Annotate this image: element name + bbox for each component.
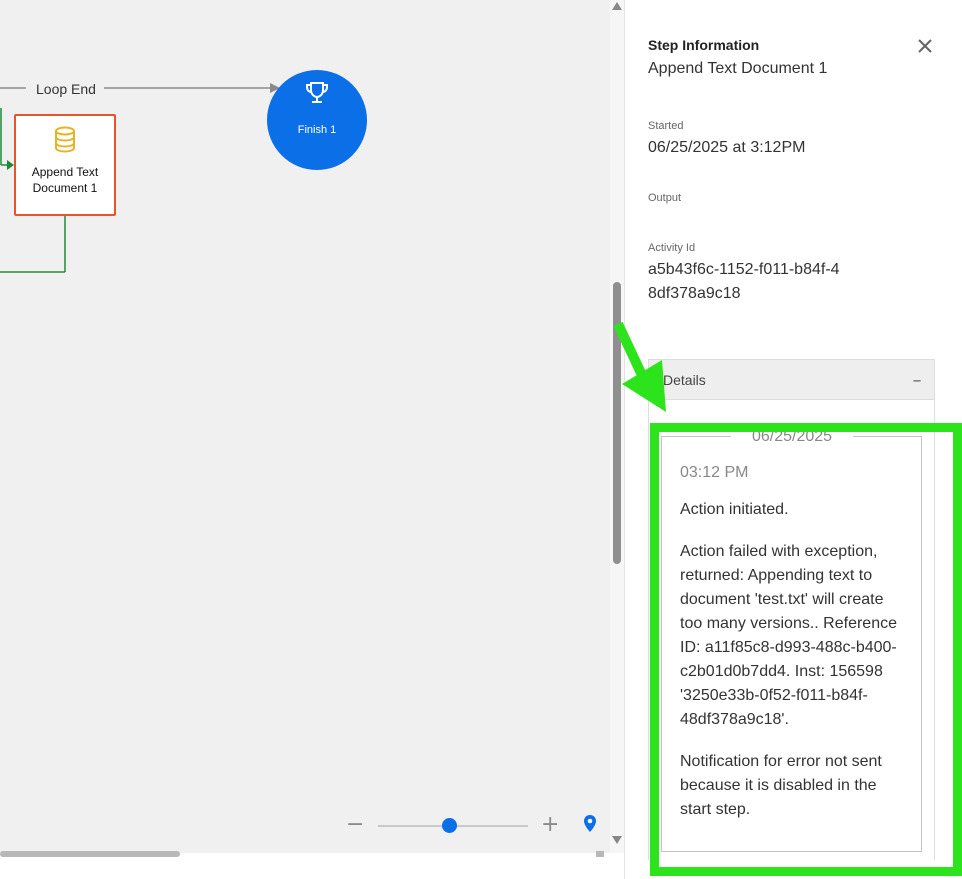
activity-id-label: Activity Id xyxy=(648,242,696,254)
horizontal-scrollbar-thumb[interactable] xyxy=(0,851,180,857)
close-icon[interactable] xyxy=(916,37,934,55)
minus-icon[interactable]: – xyxy=(910,371,924,391)
details-title: Details xyxy=(663,372,706,388)
zoom-out-button[interactable]: − xyxy=(346,814,364,836)
started-value: 06/25/2025 at 3:12PM xyxy=(648,139,806,156)
zoom-slider-thumb[interactable] xyxy=(442,818,457,833)
started-label: Started xyxy=(648,120,684,132)
log-message: Notification for error not sent because … xyxy=(680,753,882,818)
map-pin-icon[interactable] xyxy=(582,814,598,834)
log-message: Action failed with exception, returned: … xyxy=(680,543,897,728)
step-name: Append Text Document 1 xyxy=(648,60,828,77)
append-node-label: Append Text Document 1 xyxy=(31,165,99,195)
scroll-up-arrow-icon[interactable] xyxy=(612,2,622,10)
log-time: 03:12 PM xyxy=(680,464,749,481)
output-label: Output xyxy=(648,192,682,204)
activity-id-value: a5b43f6c-1152-f011-b84f-48df378a9c18 xyxy=(648,261,840,302)
panel-divider xyxy=(624,0,625,879)
scroll-down-arrow-icon[interactable] xyxy=(612,836,622,844)
loop-end-label: Loop End xyxy=(28,80,104,98)
horizontal-scrollbar-end[interactable] xyxy=(596,851,604,857)
finish-node[interactable]: Finish 1 xyxy=(267,70,367,170)
log-message: Action initiated. xyxy=(680,501,789,518)
log-date: 06/25/2025 xyxy=(731,428,853,446)
workflow-canvas[interactable]: Loop End Append Text Document 1 Finish 1… xyxy=(0,0,610,853)
trophy-icon xyxy=(306,82,328,103)
vertical-scrollbar-thumb[interactable] xyxy=(613,282,621,564)
database-icon xyxy=(55,126,75,153)
panel-title: Step Information xyxy=(648,37,760,53)
append-text-document-node[interactable]: Append Text Document 1 xyxy=(14,114,116,216)
finish-node-label: Finish 1 xyxy=(297,124,337,136)
zoom-in-button[interactable]: + xyxy=(541,814,559,836)
